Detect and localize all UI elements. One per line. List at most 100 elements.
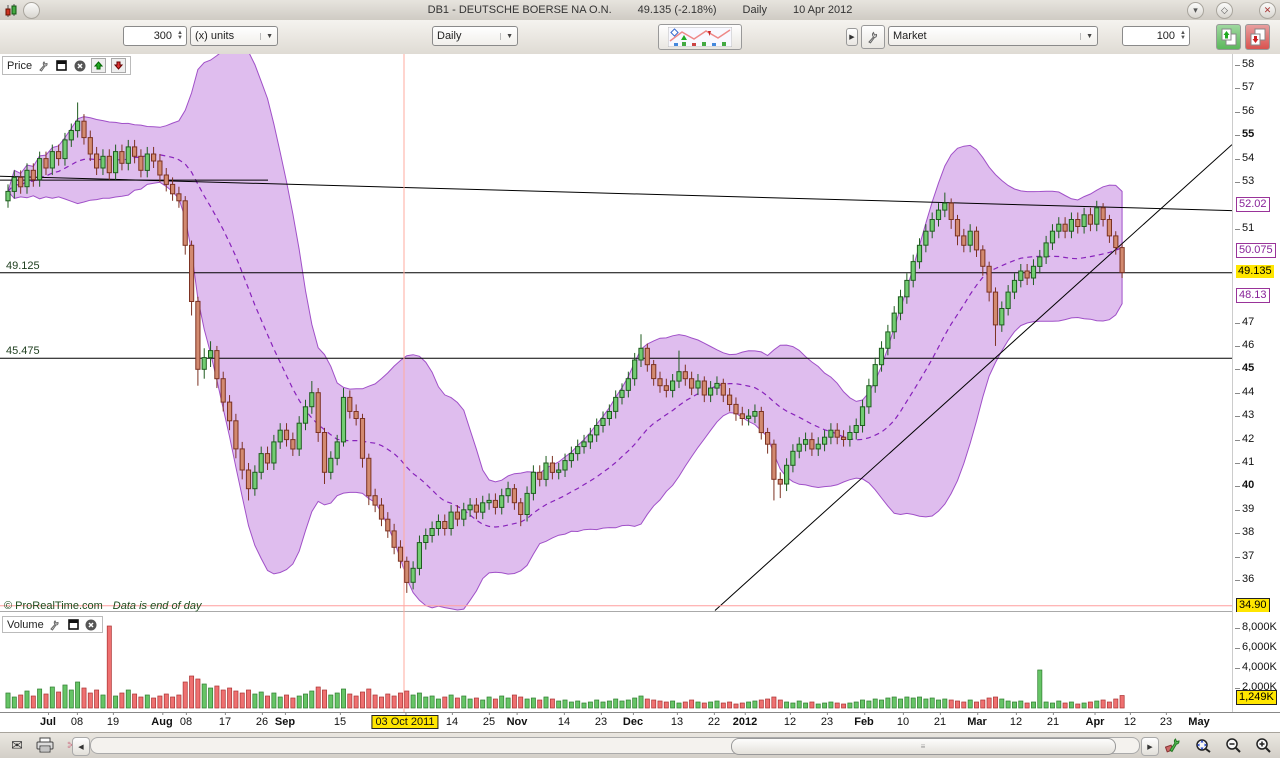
x-axis-tick: 14 bbox=[558, 716, 570, 728]
restore-button[interactable]: ◇ bbox=[1216, 2, 1233, 19]
volume-bar bbox=[766, 699, 770, 708]
y-axis-tick: 53 bbox=[1242, 175, 1254, 187]
candle bbox=[487, 500, 491, 502]
quantity-spinner[interactable]: 100 ▲▼ bbox=[1122, 26, 1190, 46]
y-axis-tick: 47 bbox=[1242, 316, 1254, 328]
chevron-down-icon: ▼ bbox=[500, 33, 513, 40]
candle bbox=[652, 365, 656, 379]
volume-bar bbox=[133, 694, 137, 708]
candle bbox=[493, 500, 497, 507]
volume-panel-title: Volume bbox=[7, 619, 44, 631]
units-type-dropdown[interactable]: (x) units▼ bbox=[190, 26, 278, 46]
candle bbox=[620, 390, 624, 397]
scroll-right-button[interactable]: ▶ bbox=[1141, 737, 1159, 756]
candle bbox=[1101, 208, 1105, 220]
candle bbox=[1114, 236, 1118, 248]
volume-bar bbox=[797, 701, 801, 708]
email-chart-icon[interactable]: ✉ bbox=[6, 735, 28, 755]
zoom-in-icon[interactable] bbox=[1252, 735, 1274, 755]
volume-bar bbox=[816, 704, 820, 708]
candle bbox=[886, 332, 890, 348]
candle bbox=[1082, 215, 1086, 227]
zoom-fit-icon[interactable] bbox=[1192, 735, 1214, 755]
volume-bar bbox=[721, 703, 725, 708]
volume-bar bbox=[12, 697, 16, 708]
candle bbox=[772, 444, 776, 479]
volume-bar bbox=[1019, 701, 1023, 708]
move-panel-down-icon[interactable] bbox=[111, 58, 126, 73]
close-icon[interactable] bbox=[85, 618, 98, 631]
x-axis-tick: 10 bbox=[897, 716, 909, 728]
candle bbox=[671, 381, 675, 390]
volume-bar bbox=[190, 676, 194, 708]
volume-bar bbox=[82, 688, 86, 708]
x-axis-tick: 23 bbox=[1160, 716, 1172, 728]
scrollbar-thumb[interactable]: ≡ bbox=[731, 738, 1116, 755]
status-bar: ✉ ✂ ◀ ≡ ▶ bbox=[0, 732, 1280, 758]
volume-bar bbox=[671, 701, 675, 708]
data-note: Data is end of day bbox=[113, 600, 202, 612]
chart-style-button[interactable] bbox=[658, 24, 742, 50]
spinner-arrows-icon[interactable]: ▲▼ bbox=[1180, 31, 1186, 41]
collapse-panel-button[interactable]: ▶ bbox=[846, 28, 858, 46]
scroll-left-button[interactable]: ◀ bbox=[72, 737, 90, 756]
volume-bar bbox=[842, 704, 846, 708]
spinner-arrows-icon[interactable]: ▲▼ bbox=[177, 31, 183, 41]
candle bbox=[690, 379, 694, 388]
watermark: © ProRealTime.comData is end of day bbox=[4, 600, 201, 612]
candle bbox=[848, 433, 852, 440]
zoom-settings-wrench-icon[interactable] bbox=[1162, 735, 1184, 755]
chart-scrollbar[interactable]: ≡ bbox=[90, 737, 1140, 754]
volume-bar bbox=[367, 689, 371, 708]
volume-bar bbox=[284, 695, 288, 708]
candle bbox=[436, 522, 440, 529]
close-icon[interactable] bbox=[73, 59, 86, 72]
volume-bar bbox=[740, 703, 744, 708]
timeframe-dropdown[interactable]: Daily▼ bbox=[432, 26, 518, 46]
price-chart-panel[interactable]: Price 49.12545.475 © ProRealTime.comData… bbox=[0, 54, 1232, 612]
window-icon[interactable] bbox=[55, 59, 68, 72]
volume-bar bbox=[1107, 702, 1111, 708]
order-type-dropdown[interactable]: Market▼ bbox=[888, 26, 1098, 46]
volume-bar bbox=[677, 703, 681, 708]
candle bbox=[1044, 243, 1048, 257]
sell-order-button[interactable] bbox=[1245, 24, 1270, 50]
candle bbox=[759, 412, 763, 433]
volume-bar bbox=[424, 697, 428, 708]
volume-bar bbox=[449, 695, 453, 708]
order-settings-wrench-button[interactable] bbox=[861, 25, 885, 49]
candle bbox=[1025, 271, 1029, 278]
y-axis-tick: 55 bbox=[1242, 128, 1254, 140]
volume-bar bbox=[778, 700, 782, 708]
volume-bar bbox=[810, 702, 814, 708]
candle bbox=[696, 381, 700, 388]
candle bbox=[209, 351, 213, 358]
volume-bar bbox=[626, 700, 630, 708]
candle bbox=[544, 463, 548, 479]
print-icon[interactable] bbox=[34, 735, 56, 755]
candle bbox=[196, 301, 200, 369]
close-window-button[interactable]: ✕ bbox=[1259, 2, 1276, 19]
trading-app-window: { "titlebar": { "instrument": "DB1 - DEU… bbox=[0, 0, 1280, 758]
volume-panel[interactable]: Volume bbox=[0, 612, 1232, 712]
buy-order-button[interactable] bbox=[1216, 24, 1241, 50]
candle bbox=[335, 442, 339, 458]
wrench-icon[interactable] bbox=[49, 618, 62, 631]
volume-bar bbox=[759, 700, 763, 708]
zoom-out-icon[interactable] bbox=[1222, 735, 1244, 755]
move-panel-up-icon[interactable] bbox=[91, 58, 106, 73]
volume-bar bbox=[930, 698, 934, 708]
wrench-icon[interactable] bbox=[37, 59, 50, 72]
volume-bar bbox=[139, 697, 143, 708]
window-icon[interactable] bbox=[67, 618, 80, 631]
price-plot[interactable] bbox=[0, 54, 1232, 612]
x-axis-tick: May bbox=[1188, 716, 1209, 728]
candle bbox=[278, 430, 282, 442]
volume-plot[interactable] bbox=[0, 612, 1232, 712]
minimize-button[interactable]: ▾ bbox=[1187, 2, 1204, 19]
volume-bar bbox=[974, 702, 978, 708]
candle bbox=[12, 177, 16, 191]
volume-bar bbox=[867, 701, 871, 708]
units-count-spinner[interactable]: 300 ▲▼ bbox=[123, 26, 187, 46]
candle bbox=[791, 451, 795, 465]
